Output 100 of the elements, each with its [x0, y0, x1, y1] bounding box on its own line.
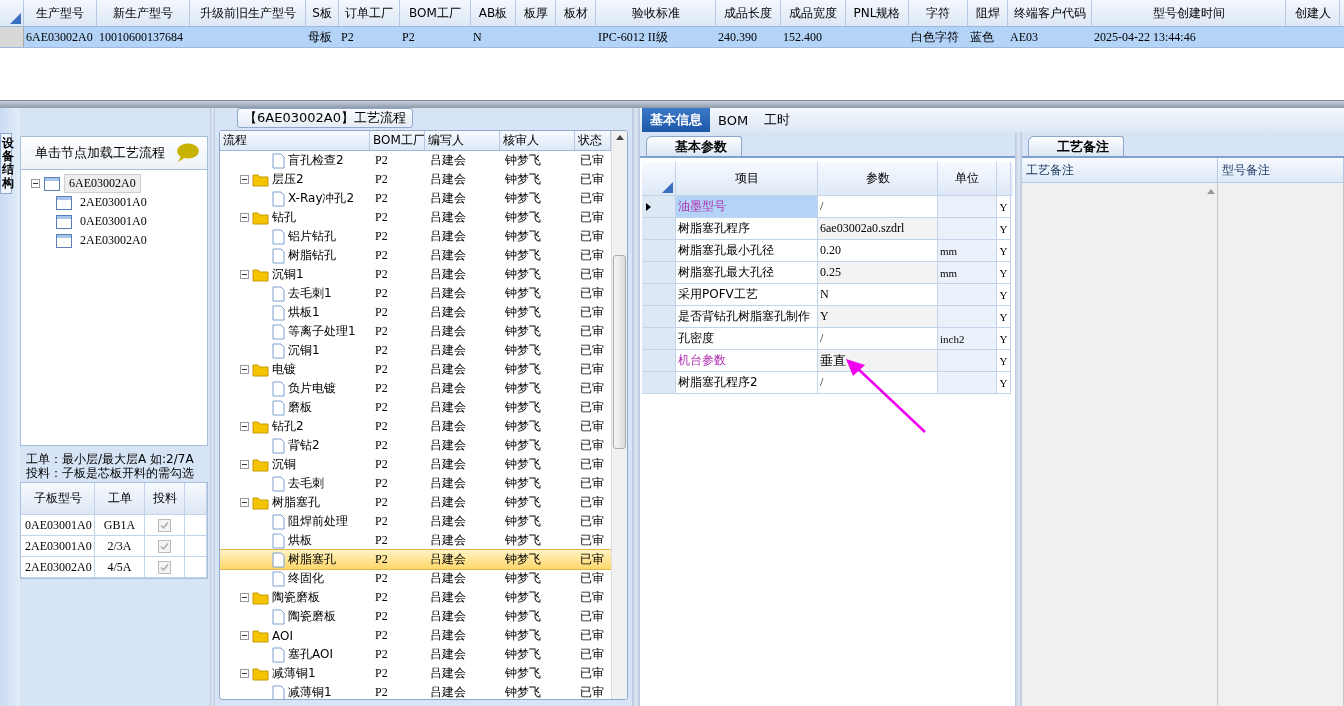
process-row[interactable]: 去毛刺1 P2 吕建会 钟梦飞 已审	[220, 284, 611, 303]
column-header[interactable]: 成品长度	[716, 0, 781, 26]
column-header[interactable]: 工艺备注	[1022, 158, 1218, 182]
column-header[interactable]: 创建人	[1286, 0, 1340, 26]
column-header[interactable]: 参数	[818, 162, 938, 196]
table-cell-text: P2	[374, 266, 389, 283]
scrollbar[interactable]	[611, 131, 627, 699]
tab[interactable]: 工时	[756, 108, 799, 132]
collapse-icon[interactable]	[240, 422, 249, 431]
column-header[interactable]: 生产型号	[24, 0, 97, 26]
column-header[interactable]: AB板	[471, 0, 516, 26]
table-cell-text: 吕建会	[429, 570, 467, 587]
column-header[interactable]: 终端客户代码	[1008, 0, 1092, 26]
column-header[interactable]: 流程	[220, 131, 370, 150]
collapse-icon[interactable]	[240, 213, 249, 222]
process-row[interactable]: 终固化 P2 吕建会 钟梦飞 已审	[220, 569, 611, 588]
collapse-icon[interactable]	[240, 593, 249, 602]
table-cell-text: P2	[374, 342, 389, 359]
splitter[interactable]	[210, 108, 215, 706]
collapse-icon[interactable]	[240, 365, 249, 374]
process-row[interactable]: 钻孔2 P2 吕建会 钟梦飞 已审	[220, 417, 611, 436]
collapse-icon[interactable]	[240, 270, 249, 279]
collapse-icon[interactable]	[240, 631, 249, 640]
column-header[interactable]: BOM工厂	[370, 131, 425, 150]
process-row[interactable]: 等离子处理1 P2 吕建会 钟梦飞 已审	[220, 322, 611, 341]
column-header[interactable]: 工单	[95, 483, 145, 515]
process-row[interactable]: X-Ray冲孔2 P2 吕建会 钟梦飞 已审	[220, 189, 611, 208]
column-header[interactable]: 订单工厂	[339, 0, 400, 26]
tab[interactable]: 基本信息	[642, 108, 710, 132]
column-header[interactable]: 升级前旧生产型号	[190, 0, 306, 26]
column-header[interactable]: 核审人	[500, 131, 575, 150]
process-row[interactable]: 陶瓷磨板 P2 吕建会 钟梦飞 已审	[220, 588, 611, 607]
table-cell-text: P2	[374, 684, 389, 699]
process-row[interactable]: 盲孔检查2 P2 吕建会 钟梦飞 已审	[220, 151, 611, 170]
column-header[interactable]: BOM工厂	[400, 0, 471, 26]
column-header[interactable]: 阻焊	[968, 0, 1008, 26]
collapse-icon[interactable]	[240, 498, 249, 507]
process-row[interactable]: 电镀 P2 吕建会 钟梦飞 已审	[220, 360, 611, 379]
process-row[interactable]: 减薄铜1 P2 吕建会 钟梦飞 已审	[220, 664, 611, 683]
checkbox[interactable]	[158, 560, 171, 574]
checkbox[interactable]	[158, 518, 171, 532]
table-cell-text: 240.390	[717, 28, 758, 46]
process-row[interactable]: 铝片钻孔 P2 吕建会 钟梦飞 已审	[220, 227, 611, 246]
column-header[interactable]: 投料	[145, 483, 185, 515]
process-row[interactable]: 树脂钻孔 P2 吕建会 钟梦飞 已审	[220, 246, 611, 265]
column-header[interactable]: 字符	[909, 0, 968, 26]
collapse-icon[interactable]	[240, 460, 249, 469]
tab[interactable]: 基本参数	[646, 136, 742, 156]
window-icon	[56, 195, 72, 210]
process-row[interactable]: 陶瓷磨板 P2 吕建会 钟梦飞 已审	[220, 607, 611, 626]
column-header[interactable]: 验收标准	[596, 0, 716, 26]
collapse-icon[interactable]	[31, 179, 40, 188]
tab[interactable]: BOM	[710, 108, 757, 132]
table-cell-text: 吕建会	[429, 285, 467, 302]
column-header[interactable]: 编写人	[425, 131, 500, 150]
process-row[interactable]: 树脂塞孔 P2 吕建会 钟梦飞 已审	[220, 550, 611, 569]
table-cell-text: P2	[374, 190, 389, 207]
process-row[interactable]: AOI P2 吕建会 钟梦飞 已审	[220, 626, 611, 645]
process-row[interactable]: 去毛刺 P2 吕建会 钟梦飞 已审	[220, 474, 611, 493]
process-row[interactable]: 背钻2 P2 吕建会 钟梦飞 已审	[220, 436, 611, 455]
tree-node[interactable]: 2AE03001A0	[76, 194, 151, 211]
process-row[interactable]: 塞孔AOI P2 吕建会 钟梦飞 已审	[220, 645, 611, 664]
splitter[interactable]	[1015, 132, 1022, 706]
tree-node[interactable]: 2AE03002A0	[76, 232, 151, 249]
column-header[interactable]: 成品宽度	[781, 0, 846, 26]
checkbox[interactable]	[158, 539, 171, 553]
column-header[interactable]: 板厚	[516, 0, 556, 26]
column-header[interactable]: 型号创建时间	[1092, 0, 1286, 26]
column-header[interactable]: S板	[306, 0, 339, 26]
collapse-icon[interactable]	[240, 669, 249, 678]
column-header[interactable]: 子板型号	[21, 483, 95, 515]
tree-node[interactable]: 6AE03002A0	[64, 174, 141, 193]
process-row[interactable]: 负片电镀 P2 吕建会 钟梦飞 已审	[220, 379, 611, 398]
process-row[interactable]: 阻焊前处理 P2 吕建会 钟梦飞 已审	[220, 512, 611, 531]
column-header[interactable]: 板材	[556, 0, 596, 26]
scroll-up-icon[interactable]	[616, 135, 624, 140]
column-header[interactable]: 新生产型号	[97, 0, 190, 26]
process-row[interactable]: 烘板1 P2 吕建会 钟梦飞 已审	[220, 303, 611, 322]
process-row[interactable]: 减薄铜1 P2 吕建会 钟梦飞 已审	[220, 683, 611, 699]
process-row[interactable]: 钻孔 P2 吕建会 钟梦飞 已审	[220, 208, 611, 227]
process-row[interactable]: 沉铜1 P2 吕建会 钟梦飞 已审	[220, 341, 611, 360]
tree-node[interactable]: 0AE03001A0	[76, 213, 151, 230]
data-row[interactable]: 6AE03002A0 10010600137684 母板 P2 P2 N IPC-6012 II级 240.390 152.400 白色字符 蓝色 AE03 2025-04-22 13:44:46	[0, 27, 1344, 48]
collapse-icon[interactable]	[240, 175, 249, 184]
row-header[interactable]	[642, 196, 676, 218]
column-header[interactable]: PNL规格	[846, 0, 909, 26]
process-row[interactable]: 烘板 P2 吕建会 钟梦飞 已审	[220, 531, 611, 550]
tab[interactable]: 工艺备注	[1028, 136, 1124, 156]
process-row[interactable]: 沉铜 P2 吕建会 钟梦飞 已审	[220, 455, 611, 474]
process-row[interactable]: 磨板 P2 吕建会 钟梦飞 已审	[220, 398, 611, 417]
table-cell-text: 吕建会	[429, 418, 467, 435]
table-cell-text: 已审	[579, 380, 605, 397]
process-row[interactable]: 层压2 P2 吕建会 钟梦飞 已审	[220, 170, 611, 189]
process-row[interactable]: 树脂塞孔 P2 吕建会 钟梦飞 已审	[220, 493, 611, 512]
table-cell-text: P2	[374, 209, 389, 226]
process-row[interactable]: 沉铜1 P2 吕建会 钟梦飞 已审	[220, 265, 611, 284]
side-tab[interactable]: 设备结构	[0, 133, 12, 194]
column-header[interactable]: 型号备注	[1218, 158, 1344, 182]
table-cell-text: P2	[374, 171, 389, 188]
splitter[interactable]	[0, 100, 1344, 108]
